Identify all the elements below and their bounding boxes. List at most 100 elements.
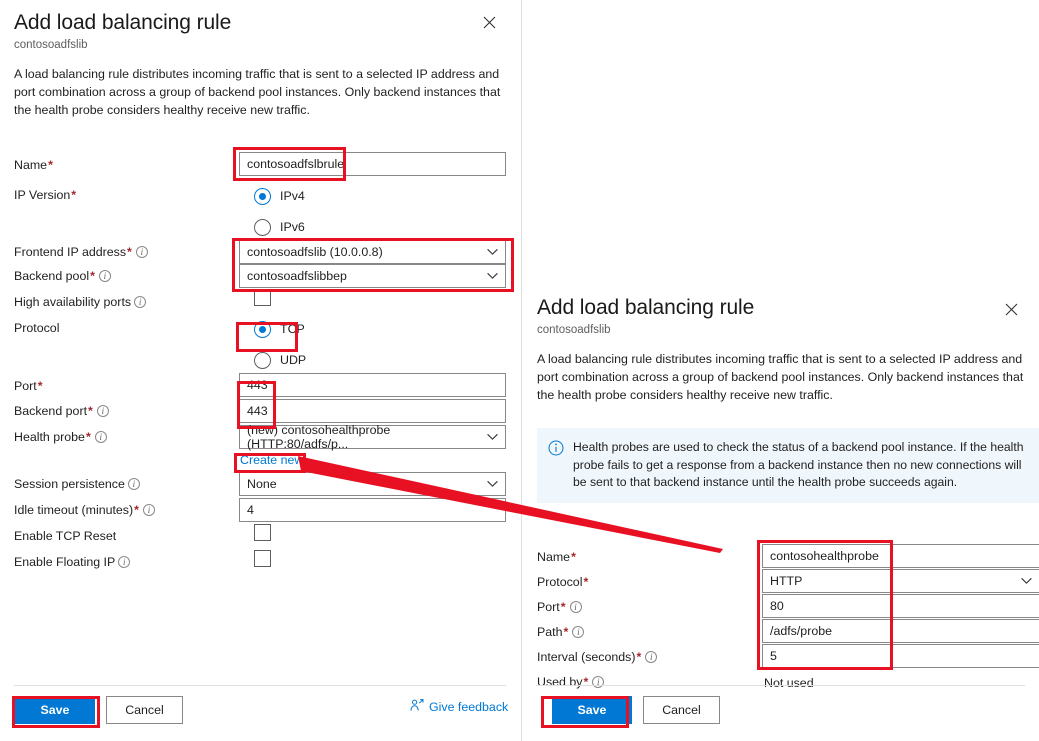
chevron-down-icon — [487, 480, 498, 488]
field-row-frontend-ip: Frontend IP address* i contosoadfslib (10… — [14, 240, 506, 266]
left-panel-header: Add load balancing rule contosoadfslib — [14, 10, 506, 51]
backend-pool-select[interactable]: contosoadfslibbep — [239, 264, 506, 288]
page-title: Add load balancing rule — [14, 11, 232, 34]
field-row-idle-timeout: Idle timeout (minutes)* i 4 — [14, 498, 506, 526]
field-row-ip-version: IP Version* IPv4 IPv6 — [14, 185, 506, 242]
create-new-link[interactable]: Create new — [240, 453, 303, 467]
give-feedback-link[interactable]: Give feedback — [410, 699, 508, 715]
feedback-label: Give feedback — [429, 700, 509, 714]
probe-port-input[interactable]: 80 — [762, 594, 1039, 618]
health-probe-value: (new) contosohealthprobe (HTTP:80/adfs/p… — [247, 423, 391, 451]
info-icon[interactable]: i — [645, 651, 658, 663]
add-health-probe-panel: Add load balancing rule contosoadfslib A… — [521, 0, 1039, 741]
footer-divider — [14, 685, 506, 686]
info-icon[interactable]: i — [118, 556, 131, 568]
right-panel-header: Add load balancing rule contosoadfslib — [537, 295, 1025, 336]
info-icon[interactable]: i — [98, 270, 111, 282]
probe-path-label: Path* i — [537, 625, 585, 639]
field-row-create-new: Create new — [14, 452, 506, 474]
tcp-radio-row[interactable]: TCP — [254, 318, 305, 340]
session-persistence-select-wrap: None — [239, 472, 506, 496]
close-icon[interactable] — [476, 9, 502, 35]
ip-version-label: IP Version* — [14, 188, 77, 202]
info-icon[interactable]: i — [142, 504, 155, 516]
load-balancing-rule-form: Name* contosoadfslbrule IP Version* IPv4 — [14, 152, 506, 578]
ha-ports-label: High availability ports i — [14, 295, 147, 309]
port-input-wrap: 443 — [239, 373, 506, 397]
probe-protocol-select[interactable]: HTTP — [762, 569, 1039, 593]
probe-save-button[interactable]: Save — [552, 696, 632, 724]
probe-used-by-value: Not used — [764, 676, 814, 690]
radio-ipv6-label: IPv6 — [280, 220, 305, 234]
probe-protocol-select-wrap: HTTP — [762, 569, 1039, 593]
session-persistence-value: None — [247, 477, 277, 491]
health-probe-form: Name* contosohealthprobe Protocol* HTTP … — [537, 544, 1039, 697]
field-row-session-persistence: Session persistence i None — [14, 472, 506, 500]
field-row-health-probe: Health probe* i (new) contosohealthprobe … — [14, 423, 506, 452]
radio-udp[interactable] — [254, 351, 271, 369]
radio-ipv6[interactable] — [254, 218, 271, 236]
screenshot-root: Add load balancing rule contosoadfslib A… — [0, 0, 1039, 741]
backend-port-input[interactable]: 443 — [239, 399, 506, 423]
info-icon[interactable]: i — [127, 478, 140, 490]
info-icon[interactable]: i — [94, 431, 107, 443]
session-persistence-select[interactable]: None — [239, 472, 506, 496]
probe-interval-label: Interval (seconds)* i — [537, 650, 658, 664]
protocol-label: Protocol — [14, 321, 60, 335]
probe-name-input-wrap: contosohealthprobe — [762, 544, 1039, 568]
idle-timeout-label: Idle timeout (minutes)* i — [14, 503, 155, 517]
footer-divider — [536, 685, 1025, 686]
port-input[interactable]: 443 — [239, 373, 506, 397]
probe-protocol-label: Protocol* — [537, 575, 589, 589]
probe-port-label: Port* i — [537, 600, 582, 614]
ha-ports-checkbox[interactable] — [254, 289, 271, 306]
floating-ip-checkbox[interactable] — [254, 550, 271, 567]
name-label: Name* — [14, 158, 53, 172]
health-probe-select[interactable]: (new) contosohealthprobe (HTTP:80/adfs/p… — [239, 423, 506, 451]
cancel-button[interactable]: Cancel — [106, 696, 183, 724]
port-label: Port* — [14, 379, 43, 393]
ha-ports-checkbox-wrap — [254, 289, 271, 306]
probe-path-input[interactable]: /adfs/probe — [762, 619, 1039, 643]
radio-ipv4-label: IPv4 — [280, 189, 305, 203]
probe-name-input[interactable]: contosohealthprobe — [762, 544, 1039, 568]
info-icon[interactable]: i — [135, 246, 148, 258]
backend-port-input-wrap: 443 — [239, 399, 506, 423]
radio-ipv4[interactable] — [254, 187, 271, 205]
info-icon[interactable]: i — [592, 676, 605, 688]
field-row-name: Name* contosoadfslbrule — [14, 152, 506, 185]
probe-interval-input[interactable]: 5 — [762, 644, 1039, 668]
save-button[interactable]: Save — [15, 696, 95, 724]
idle-timeout-input[interactable]: 4 — [239, 498, 506, 522]
add-load-balancing-rule-panel: Add load balancing rule contosoadfslib A… — [0, 0, 520, 741]
udp-radio-row[interactable]: UDP — [254, 349, 306, 371]
field-row-floating-ip: Enable Floating IP i — [14, 550, 506, 578]
ipv4-radio-row[interactable]: IPv4 — [254, 185, 305, 207]
chevron-down-icon — [487, 248, 498, 256]
info-icon[interactable]: i — [569, 601, 582, 613]
name-input[interactable]: contosoadfslbrule — [239, 152, 506, 176]
chevron-down-icon — [487, 272, 498, 280]
feedback-person-icon — [410, 699, 424, 715]
tcp-reset-checkbox-wrap — [254, 524, 271, 541]
radio-tcp-label: TCP — [280, 322, 305, 336]
ipv6-radio-row[interactable]: IPv6 — [254, 216, 305, 238]
probe-cancel-button[interactable]: Cancel — [643, 696, 720, 724]
frontend-ip-select[interactable]: contosoadfslib (10.0.0.8) — [239, 240, 506, 264]
frontend-ip-value: contosoadfslib (10.0.0.8) — [247, 245, 383, 259]
info-icon[interactable]: i — [572, 626, 585, 638]
close-icon[interactable] — [998, 296, 1024, 322]
floating-ip-checkbox-wrap — [254, 550, 271, 567]
probe-path-input-wrap: /adfs/probe — [762, 619, 1039, 643]
info-icon[interactable]: i — [96, 405, 109, 417]
tcp-reset-checkbox[interactable] — [254, 524, 271, 541]
probe-protocol-value: HTTP — [770, 574, 803, 588]
right-page-subtitle: contosoadfslib — [537, 324, 611, 336]
info-icon[interactable]: i — [134, 296, 147, 308]
radio-udp-label: UDP — [280, 353, 307, 367]
floating-ip-label: Enable Floating IP i — [14, 555, 131, 569]
radio-tcp[interactable] — [254, 320, 271, 338]
probe-name-label: Name* — [537, 550, 576, 564]
info-circle-icon — [548, 440, 564, 456]
name-input-wrap: contosoadfslbrule — [239, 152, 506, 176]
